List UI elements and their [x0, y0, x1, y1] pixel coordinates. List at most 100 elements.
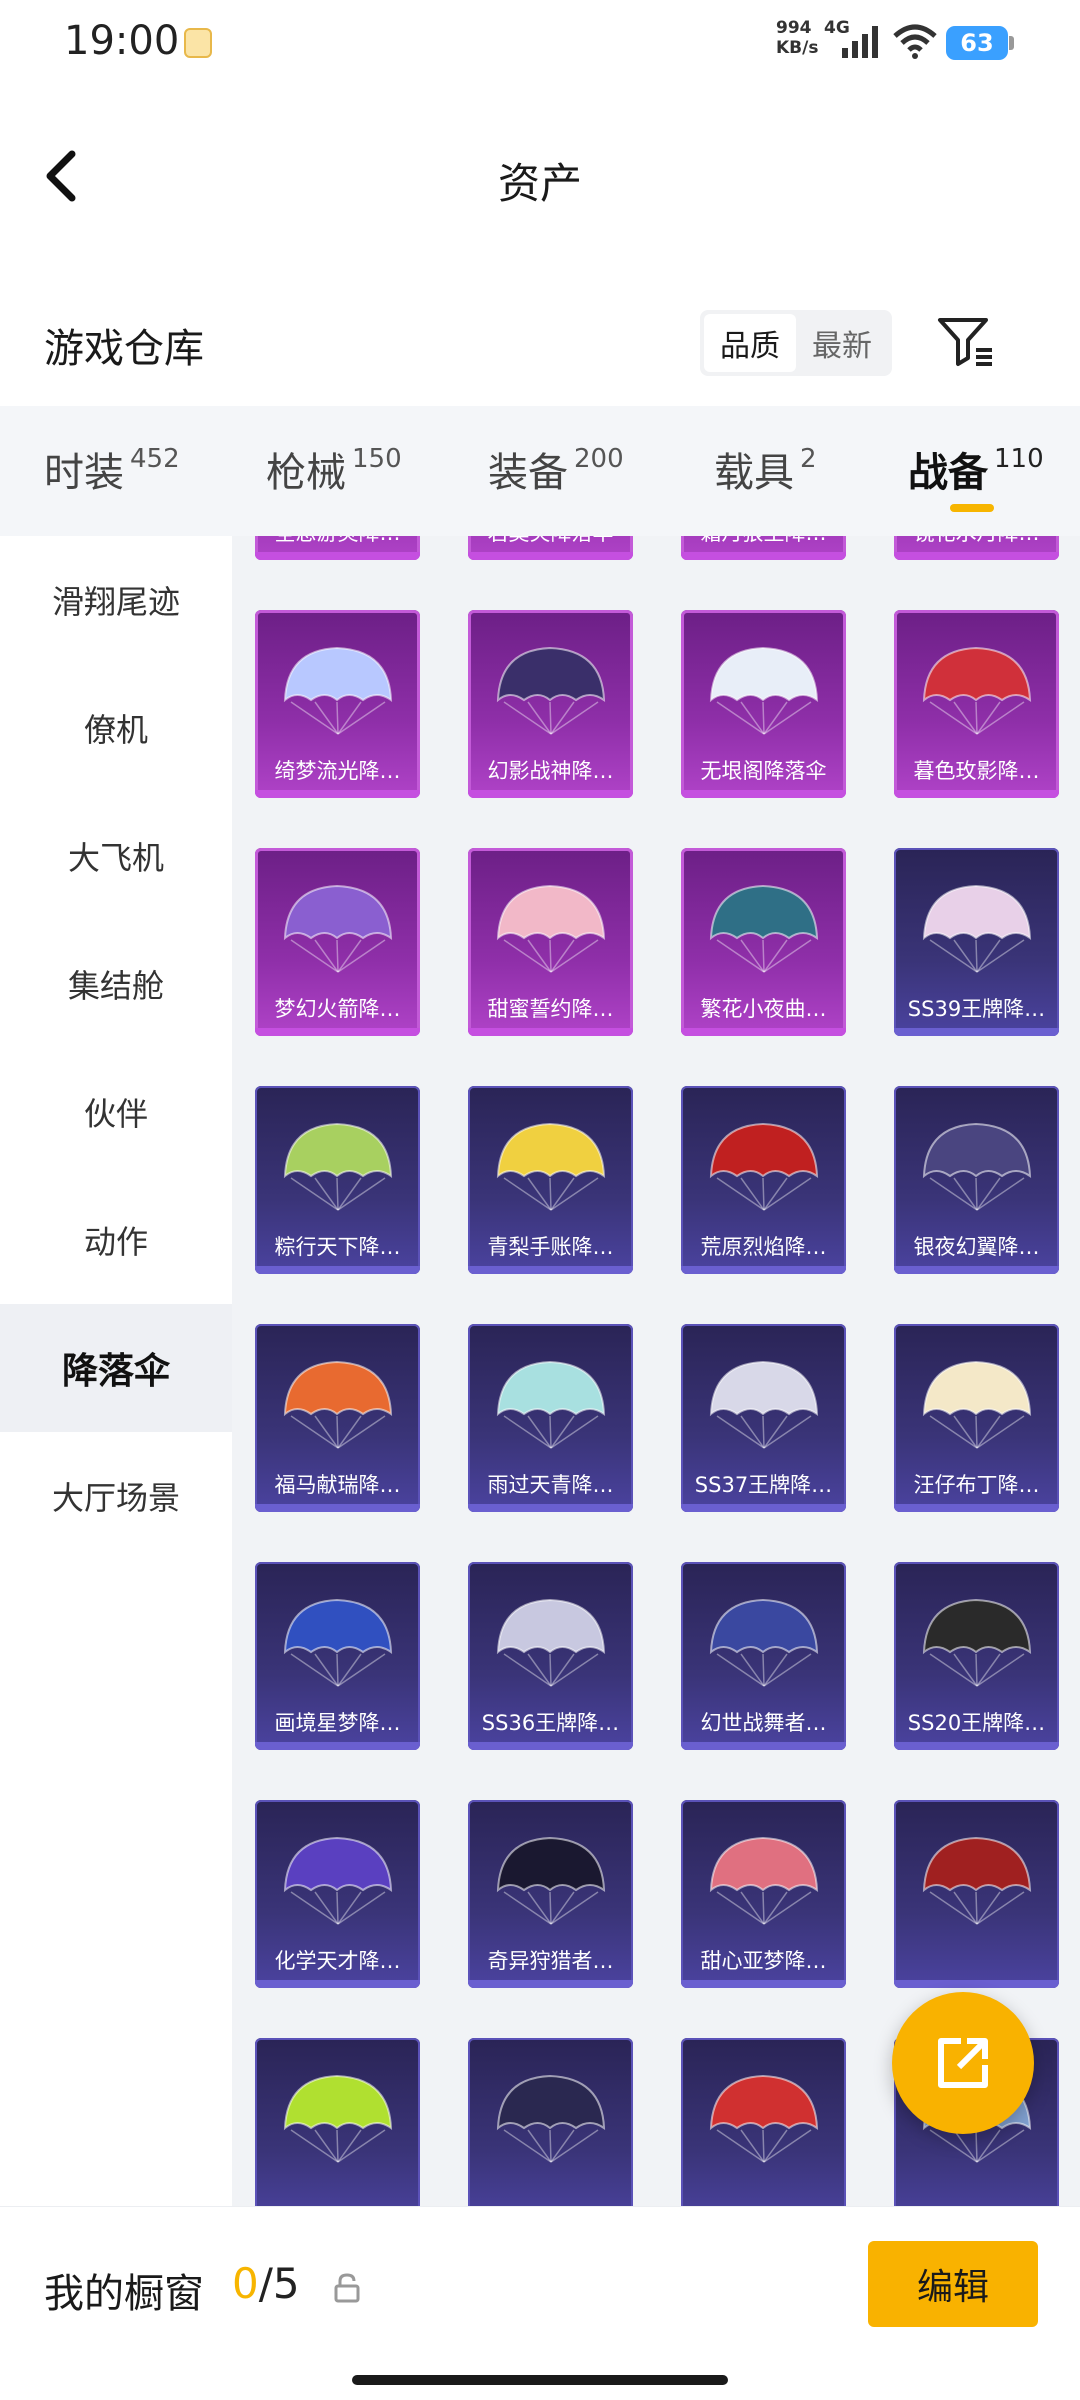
- item-card[interactable]: SS36王牌降…: [468, 1562, 633, 1750]
- item-name: [894, 1942, 1059, 1980]
- parachute-icon: [922, 1598, 1032, 1687]
- item-card[interactable]: 无垠阁降落伞: [681, 610, 846, 798]
- sidebar-item-parachute[interactable]: 降落伞: [0, 1304, 232, 1432]
- item-card[interactable]: 甜蜜誓约降…: [468, 848, 633, 1036]
- parachute-icon: [496, 646, 606, 735]
- parachute-icon: [283, 1122, 393, 1211]
- signal-icon: [842, 26, 878, 58]
- item-card[interactable]: 暮色玫影降…: [894, 610, 1059, 798]
- parachute-icon: [496, 1598, 606, 1687]
- page-title: 资产: [497, 159, 582, 208]
- tab-label: 装备: [488, 450, 568, 496]
- item-name: 绮梦流光降…: [274, 759, 401, 783]
- item-card[interactable]: SS20王牌降…: [894, 1562, 1059, 1750]
- parachute-icon: [283, 1360, 393, 1449]
- item-card[interactable]: 绮梦流光降…: [255, 610, 420, 798]
- item-card[interactable]: 青梨手账降…: [468, 1086, 633, 1274]
- share-button[interactable]: [892, 1992, 1034, 2134]
- parachute-icon: [709, 646, 819, 735]
- tab-combat-gear[interactable]: 战备 110: [908, 440, 1044, 498]
- item-card[interactable]: 君莫笑降落伞: [468, 536, 633, 560]
- sort-newest-button[interactable]: 最新: [796, 314, 888, 372]
- app-header: 资产: [0, 120, 1080, 240]
- item-card[interactable]: SS39王牌降…: [894, 848, 1059, 1036]
- parachute-icon: [709, 884, 819, 973]
- sidebar-item-rally-pod[interactable]: 集结舱: [0, 920, 232, 1048]
- item-card[interactable]: 镜花水月降…: [894, 536, 1059, 560]
- showcase-current: 0: [232, 2259, 259, 2308]
- sort-quality-button[interactable]: 品质: [704, 314, 796, 372]
- item-card[interactable]: [894, 1800, 1059, 1988]
- item-card[interactable]: 福马献瑞降…: [255, 1324, 420, 1512]
- parachute-icon: [922, 646, 1032, 735]
- subcategory-sidebar: 滑翔尾迹 僚机 大飞机 集结舱 伙伴 动作 降落伞 大厅场景: [0, 536, 232, 2206]
- showcase-total: /5: [258, 2259, 300, 2308]
- item-name: 青梨手账降…: [487, 1235, 614, 1259]
- item-name: 暮色玫影降…: [913, 759, 1040, 783]
- item-card[interactable]: 奇异狩猎者…: [468, 1800, 633, 1988]
- item-name: 霜月狼主降…: [681, 536, 846, 552]
- item-card[interactable]: 霜月狼主降…: [681, 536, 846, 560]
- status-time: 19:00: [64, 18, 180, 64]
- item-name: 甜蜜誓约降…: [487, 997, 614, 1021]
- item-card[interactable]: 汪仔布丁降…: [894, 1324, 1059, 1512]
- sidebar-item-wingman[interactable]: 僚机: [0, 664, 232, 792]
- parachute-icon: [283, 1836, 393, 1925]
- item-card[interactable]: [681, 2038, 846, 2206]
- item-card[interactable]: 全息游灵降…: [255, 536, 420, 560]
- item-card[interactable]: 梦幻火箭降…: [255, 848, 420, 1036]
- parachute-icon: [922, 1122, 1032, 1211]
- showcase-label: 我的橱窗: [44, 2271, 204, 2317]
- tab-fashion[interactable]: 时装 452: [44, 440, 180, 498]
- item-card[interactable]: 化学天才降…: [255, 1800, 420, 1988]
- item-card[interactable]: 甜心亚梦降…: [681, 1800, 846, 1988]
- parachute-icon: [283, 2074, 393, 2163]
- item-card[interactable]: 荒原烈焰降…: [681, 1086, 846, 1274]
- tab-guns[interactable]: 枪械 150: [266, 440, 402, 498]
- parachute-icon: [709, 1360, 819, 1449]
- item-card[interactable]: 幻影战神降…: [468, 610, 633, 798]
- sidebar-item-emote[interactable]: 动作: [0, 1176, 232, 1304]
- sidebar-item-airplane[interactable]: 大飞机: [0, 792, 232, 920]
- parachute-icon: [709, 1598, 819, 1687]
- edit-button[interactable]: 编辑: [868, 2241, 1038, 2327]
- item-card[interactable]: SS37王牌降…: [681, 1324, 846, 1512]
- sidebar-item-lobby-scene[interactable]: 大厅场景: [0, 1432, 232, 1560]
- item-card[interactable]: [255, 2038, 420, 2206]
- filter-icon[interactable]: [936, 314, 996, 370]
- battery-icon: 63: [946, 26, 1014, 60]
- item-card[interactable]: 幻世战舞者…: [681, 1562, 846, 1750]
- item-card[interactable]: 繁花小夜曲…: [681, 848, 846, 1036]
- sidebar-item-glide-trail[interactable]: 滑翔尾迹: [0, 536, 232, 664]
- category-tabs: 时装 452 枪械 150 装备 200 载具 2 战备 110: [0, 406, 1080, 536]
- item-grid-area: 全息游灵降… 君莫笑降落伞 霜月狼主降… 镜花水月降… 绮梦流光降… 幻影战神降… 无垠阁降…: [232, 536, 1080, 2206]
- share-icon: [938, 2038, 988, 2088]
- showcase-bar: 我的橱窗 0/5 编辑: [0, 2206, 1080, 2400]
- item-card[interactable]: 银夜幻翼降…: [894, 1086, 1059, 1274]
- tab-count: 452: [130, 444, 180, 474]
- item-card[interactable]: [468, 2038, 633, 2206]
- notification-icon: [184, 28, 212, 58]
- parachute-icon: [496, 884, 606, 973]
- item-name: 福马献瑞降…: [274, 1473, 401, 1497]
- item-card[interactable]: 雨过天青降…: [468, 1324, 633, 1512]
- tab-count: 2: [800, 444, 817, 474]
- status-bar: 19:00 994 KB/s 4G 63: [0, 0, 1080, 84]
- item-name: 繁花小夜曲…: [700, 997, 827, 1021]
- lock-icon: [334, 2273, 360, 2303]
- tab-equipment[interactable]: 装备 200: [488, 440, 624, 498]
- wifi-icon: [893, 24, 937, 59]
- item-name: [255, 2180, 420, 2206]
- parachute-icon: [283, 646, 393, 735]
- item-card[interactable]: 粽行天下降…: [255, 1086, 420, 1274]
- parachute-icon: [496, 1122, 606, 1211]
- parachute-icon: [283, 884, 393, 973]
- item-grid: 全息游灵降… 君莫笑降落伞 霜月狼主降… 镜花水月降… 绮梦流光降… 幻影战神降… 无垠阁降…: [255, 536, 1059, 2206]
- item-card[interactable]: 画境星梦降…: [255, 1562, 420, 1750]
- tab-vehicles[interactable]: 载具 2: [714, 440, 817, 498]
- sidebar-item-companion[interactable]: 伙伴: [0, 1048, 232, 1176]
- parachute-icon: [283, 1598, 393, 1687]
- item-name: 雨过天青降…: [487, 1473, 614, 1497]
- item-name: 奇异狩猎者…: [487, 1949, 614, 1973]
- item-name: 画境星梦降…: [274, 1711, 401, 1735]
